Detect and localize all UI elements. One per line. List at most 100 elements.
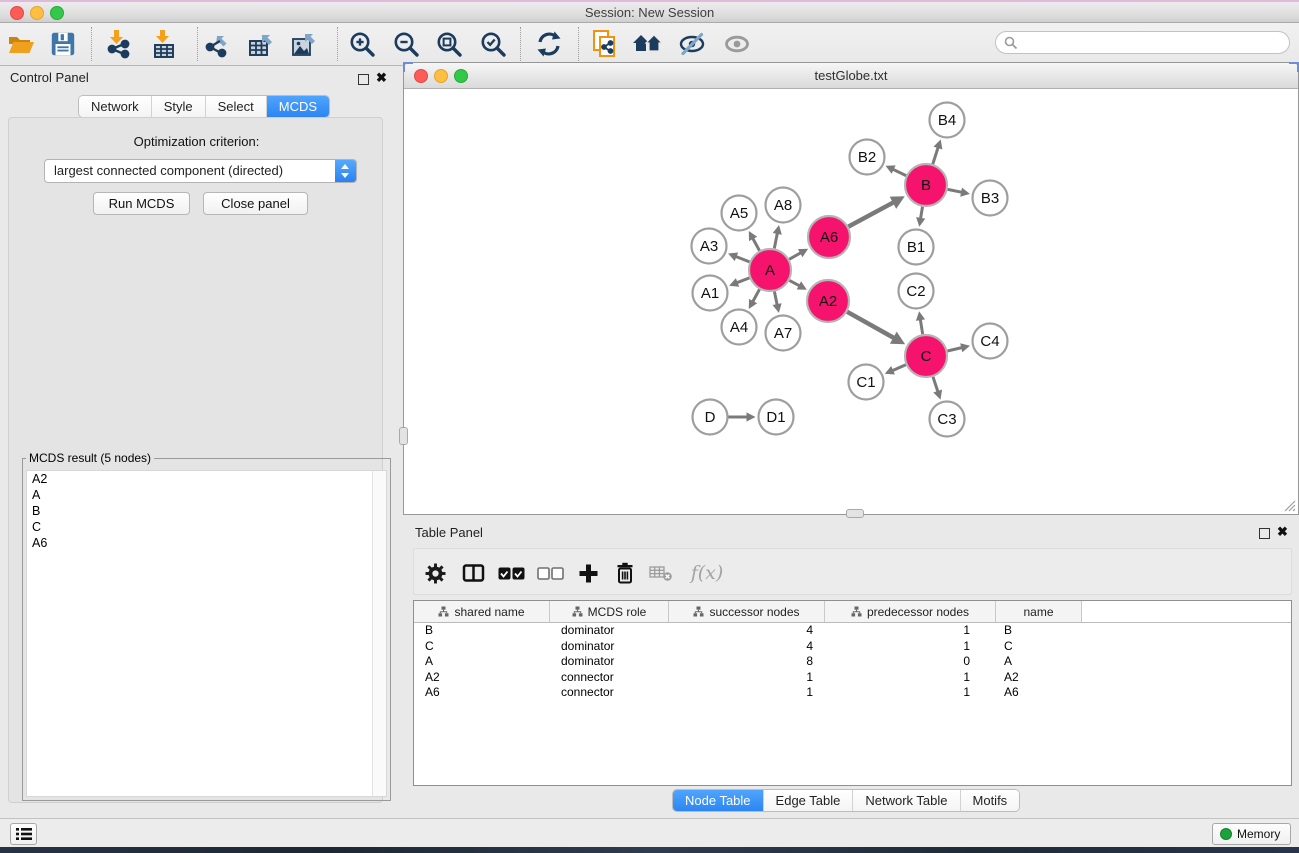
chevron-down-icon <box>341 173 349 178</box>
import-network-icon <box>104 29 134 59</box>
column-type-icon <box>693 606 704 617</box>
column-header-label: predecessor nodes <box>867 605 969 619</box>
node-label-A3: A3 <box>700 238 718 255</box>
table-row[interactable]: A6connector11A6 <box>414 685 1291 701</box>
edge-A-A3[interactable] <box>736 256 750 262</box>
network-graph[interactable]: AA1A2A3A4A5A6A7A8BB1B2B3B4CC1C2C3C4DD1 <box>404 89 1298 515</box>
table-row[interactable]: Bdominator41B <box>414 623 1291 639</box>
network-window-titlebar[interactable]: testGlobe.txt <box>404 63 1298 89</box>
select-all-columns-button[interactable] <box>496 559 526 587</box>
column-header-name[interactable]: name <box>996 601 1082 622</box>
tab-select[interactable]: Select <box>205 96 266 117</box>
mcds-result-list[interactable]: A2ABCA6 <box>26 470 387 797</box>
edge-C-C1[interactable] <box>892 365 906 371</box>
column-header-successor-nodes[interactable]: successor nodes <box>669 601 825 622</box>
task-history-button[interactable] <box>10 823 37 845</box>
scrollbar-track[interactable] <box>372 471 386 796</box>
search-box <box>995 31 1290 54</box>
tab-node-table[interactable]: Node Table <box>673 790 763 811</box>
mcds-result-item[interactable]: C <box>27 519 386 535</box>
edge-C-C4[interactable] <box>947 348 962 352</box>
gear-icon <box>425 563 446 584</box>
edge-A6-B[interactable] <box>848 202 893 226</box>
hide-selected-button[interactable] <box>676 28 708 60</box>
export-table-icon <box>246 29 276 59</box>
run-mcds-button[interactable]: Run MCDS <box>93 192 190 215</box>
close-panel-button[interactable]: Close panel <box>203 192 308 215</box>
edge-A-A1[interactable] <box>737 278 750 283</box>
mcds-result-item[interactable]: A <box>27 487 386 503</box>
bottom-splitter-handle[interactable] <box>846 509 864 518</box>
edge-B-B2[interactable] <box>893 169 906 175</box>
edge-arrowhead <box>933 390 942 400</box>
import-network-button[interactable] <box>103 28 135 60</box>
toolbar-separator <box>578 27 579 61</box>
tab-mcds[interactable]: MCDS <box>266 96 329 117</box>
control-panel-close-button[interactable]: ✖ <box>376 72 387 83</box>
edge-A-A5[interactable] <box>753 238 760 251</box>
edge-C-C2[interactable] <box>920 319 922 334</box>
column-header-shared-name[interactable]: shared name <box>414 601 550 622</box>
search-input[interactable] <box>1022 33 1286 54</box>
zoom-in-button[interactable] <box>346 28 378 60</box>
table-row[interactable]: Cdominator41C <box>414 639 1291 655</box>
export-table-button[interactable] <box>245 28 277 60</box>
table-panel-close-button[interactable]: ✖ <box>1277 526 1288 537</box>
mcds-result-item[interactable]: B <box>27 503 386 519</box>
cell: connector <box>550 685 669 701</box>
memory-button[interactable]: Memory <box>1212 823 1291 845</box>
window-corner-mark <box>1289 62 1299 72</box>
import-table-button[interactable] <box>148 28 180 60</box>
edge-B-B1[interactable] <box>921 207 923 219</box>
tab-motifs[interactable]: Motifs <box>960 790 1020 811</box>
show-hidden-button[interactable] <box>721 28 753 60</box>
function-builder-button[interactable]: f(x) <box>685 559 729 587</box>
tab-network-table[interactable]: Network Table <box>852 790 959 811</box>
mcds-result-item[interactable]: A6 <box>27 535 386 551</box>
save-session-button[interactable] <box>47 28 79 60</box>
zoom-out-button[interactable] <box>390 28 422 60</box>
zoom-selected-button[interactable] <box>477 28 509 60</box>
edge-C-C3[interactable] <box>933 377 938 392</box>
edge-B-B4[interactable] <box>933 147 938 164</box>
delete-table-button[interactable] <box>646 559 676 587</box>
first-neighbors-button[interactable] <box>632 28 664 60</box>
column-header-predecessor-nodes[interactable]: predecessor nodes <box>825 601 996 622</box>
refresh-network-button[interactable] <box>533 28 565 60</box>
delete-row-button[interactable] <box>610 559 640 587</box>
zoom-fit-button[interactable] <box>433 28 465 60</box>
optimization-criterion-dropdown[interactable]: largest connected component (directed) <box>44 159 357 183</box>
edge-A-A4[interactable] <box>753 289 760 302</box>
add-row-button[interactable] <box>573 559 603 587</box>
mcds-result-item[interactable]: A2 <box>27 471 386 487</box>
node-label-B2: B2 <box>858 149 876 166</box>
export-image-button[interactable] <box>288 28 320 60</box>
table-row[interactable]: A2connector11A2 <box>414 670 1291 686</box>
table-row[interactable]: Adominator80A <box>414 654 1291 670</box>
node-label-D1: D1 <box>766 409 785 426</box>
node-label-C3: C3 <box>937 411 956 428</box>
open-session-button[interactable] <box>5 28 37 60</box>
clone-network-button[interactable] <box>589 28 621 60</box>
attribute-settings-button[interactable] <box>420 559 450 587</box>
edge-A-A6[interactable] <box>789 253 801 260</box>
deselect-all-columns-button[interactable] <box>535 559 565 587</box>
control-panel-float-button[interactable] <box>358 72 369 90</box>
tab-edge-table[interactable]: Edge Table <box>763 790 853 811</box>
column-header-mcds-role[interactable]: MCDS role <box>550 601 669 622</box>
edge-B-B3[interactable] <box>948 189 963 192</box>
edge-A-A2[interactable] <box>789 280 799 286</box>
left-splitter-handle[interactable] <box>399 427 408 445</box>
edge-A-A7[interactable] <box>774 292 777 306</box>
resize-grip[interactable] <box>1282 498 1296 512</box>
tab-style[interactable]: Style <box>151 96 205 117</box>
tab-network[interactable]: Network <box>79 96 151 117</box>
table-panel-float-button[interactable] <box>1259 526 1270 544</box>
columns-button[interactable] <box>458 559 488 587</box>
edge-A-A8[interactable] <box>774 233 777 249</box>
node-label-A5: A5 <box>730 205 748 222</box>
export-network-button[interactable] <box>202 28 234 60</box>
network-canvas[interactable]: AA1A2A3A4A5A6A7A8BB1B2B3B4CC1C2C3C4DD1 <box>404 89 1298 514</box>
edge-A2-C[interactable] <box>847 312 894 338</box>
fx-icon: f(x) <box>691 562 724 584</box>
